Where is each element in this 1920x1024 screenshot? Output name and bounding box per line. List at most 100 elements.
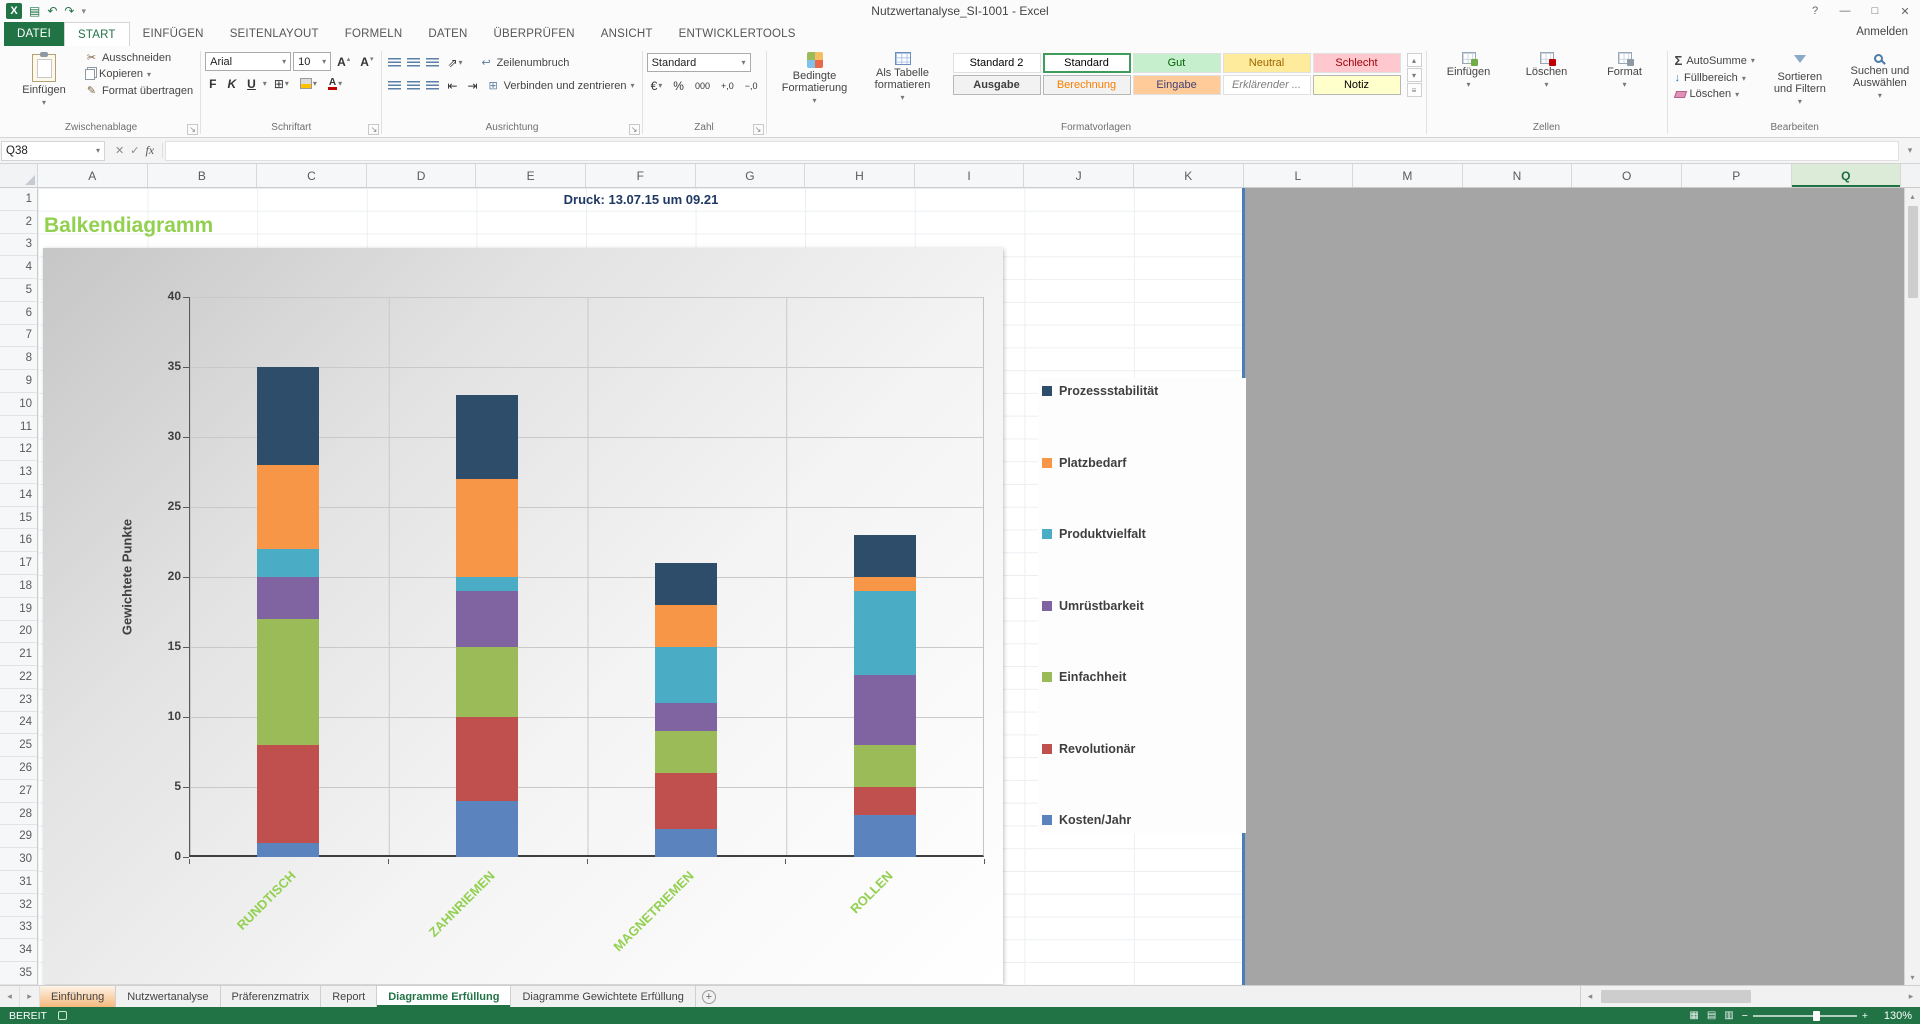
horizontal-scroll-thumb[interactable] xyxy=(1601,990,1751,1003)
row-header-22[interactable]: 22 xyxy=(0,666,37,689)
bar-rundtisch[interactable] xyxy=(257,367,319,857)
legend-item-kosten-jahr[interactable]: Kosten/Jahr xyxy=(1042,813,1242,827)
delete-cells-button[interactable]: Löschen ▾ xyxy=(1509,49,1585,92)
sheet-tab-einführung[interactable]: Einführung xyxy=(40,986,116,1007)
column-header-o[interactable]: O xyxy=(1572,164,1682,187)
row-header-7[interactable]: 7 xyxy=(0,325,37,348)
segment-magnetriemen-revolutionär[interactable] xyxy=(655,773,717,829)
row-header-14[interactable]: 14 xyxy=(0,484,37,507)
column-header-f[interactable]: F xyxy=(586,164,696,187)
orientation-button[interactable]: ⇗▾ xyxy=(443,53,466,72)
cell-style-standard-2[interactable]: Standard 2 xyxy=(953,53,1041,73)
ribbon-tab-überprüfen[interactable]: ÜBERPRÜFEN xyxy=(481,22,588,46)
ribbon-tab-entwicklertools[interactable]: ENTWICKLERTOOLS xyxy=(666,22,809,46)
insert-function-icon[interactable]: fx xyxy=(145,143,154,158)
conditional-formatting-button[interactable]: Bedingte Formatierung ▾ xyxy=(771,49,859,108)
undo-icon[interactable]: ↶ xyxy=(47,5,57,17)
cell-style-schlecht[interactable]: Schlecht xyxy=(1313,53,1401,73)
segment-rundtisch-revolutionär[interactable] xyxy=(257,745,319,843)
align-left-icon[interactable] xyxy=(388,81,401,91)
row-header-29[interactable]: 29 xyxy=(0,825,37,848)
wrap-text-button[interactable]: ↩ Zeilenumbruch xyxy=(477,54,573,71)
gallery-more-icon[interactable]: ≡ xyxy=(1407,83,1422,97)
cut-button[interactable]: ✂ Ausschneiden xyxy=(82,49,196,66)
segment-zahnriemen-platzbedarf[interactable] xyxy=(456,479,518,577)
grow-font-button[interactable]: A▴ xyxy=(333,52,354,71)
borders-button[interactable]: ⊞▾ xyxy=(270,74,293,93)
stacked-bar-chart[interactable]: Gewichtete Punkte 0510152025303540 RUNDT… xyxy=(43,248,1003,984)
font-color-button[interactable]: A▾ xyxy=(324,74,346,93)
bold-button[interactable]: F xyxy=(205,74,220,93)
autosum-button[interactable]: Σ AutoSumme ▾ xyxy=(1672,51,1758,70)
segment-rollen-produktvielfalt[interactable] xyxy=(854,591,916,675)
paste-dropdown-icon[interactable]: ▾ xyxy=(42,98,46,107)
segment-rollen-platzbedarf[interactable] xyxy=(854,577,916,591)
row-header-1[interactable]: 1 xyxy=(0,188,37,211)
segment-zahnriemen-produktvielfalt[interactable] xyxy=(456,577,518,591)
column-header-l[interactable]: L xyxy=(1244,164,1354,187)
scroll-right-icon[interactable]: ▸ xyxy=(1902,991,1920,1002)
decrease-indent-button[interactable]: ⇤ xyxy=(443,76,461,95)
row-header-4[interactable]: 4 xyxy=(0,256,37,279)
name-box[interactable]: Q38 ▾ xyxy=(1,141,105,161)
ribbon-tab-einfügen[interactable]: EINFÜGEN xyxy=(130,22,217,46)
row-header-20[interactable]: 20 xyxy=(0,621,37,644)
align-right-icon[interactable] xyxy=(426,81,439,91)
number-dialog-launcher-icon[interactable]: ↘ xyxy=(753,124,764,135)
fill-button[interactable]: ↓ Füllbereich ▾ xyxy=(1672,70,1758,86)
format-as-table-button[interactable]: Als Tabelle formatieren ▾ xyxy=(859,49,947,105)
row-header-16[interactable]: 16 xyxy=(0,529,37,552)
sheet-tab-diagramme-erfüllung[interactable]: Diagramme Erfüllung xyxy=(377,986,511,1007)
segment-rundtisch-platzbedarf[interactable] xyxy=(257,465,319,549)
segment-rollen-kosten-jahr[interactable] xyxy=(854,815,916,857)
decrease-decimal-button[interactable]: −,0 xyxy=(741,76,762,95)
row-header-27[interactable]: 27 xyxy=(0,780,37,803)
row-header-28[interactable]: 28 xyxy=(0,803,37,826)
legend-item-platzbedarf[interactable]: Platzbedarf xyxy=(1042,456,1242,470)
formula-bar-expand-icon[interactable]: ▾ xyxy=(1901,145,1919,156)
segment-magnetriemen-prozessstabilität[interactable] xyxy=(655,563,717,605)
column-header-c[interactable]: C xyxy=(257,164,367,187)
segment-magnetriemen-einfachheit[interactable] xyxy=(655,731,717,773)
vertical-scroll-thumb[interactable] xyxy=(1908,206,1918,298)
clear-button[interactable]: Löschen ▾ xyxy=(1672,86,1758,102)
restore-button[interactable]: □ xyxy=(1860,0,1890,22)
column-header-p[interactable]: P xyxy=(1682,164,1792,187)
column-header-b[interactable]: B xyxy=(148,164,258,187)
row-header-35[interactable]: 35 xyxy=(0,962,37,985)
cell-style-gut[interactable]: Gut xyxy=(1133,53,1221,73)
column-header-d[interactable]: D xyxy=(367,164,477,187)
column-header-m[interactable]: M xyxy=(1353,164,1463,187)
row-header-26[interactable]: 26 xyxy=(0,757,37,780)
row-header-31[interactable]: 31 xyxy=(0,871,37,894)
page-break-view-icon[interactable]: ▥ xyxy=(1724,1010,1733,1021)
paste-button[interactable]: Einfügen ▾ xyxy=(6,49,82,110)
column-header-i[interactable]: I xyxy=(915,164,1025,187)
legend-item-prozessstabilität[interactable]: Prozessstabilität xyxy=(1042,384,1242,398)
zoom-slider[interactable]: − + xyxy=(1742,1010,1868,1022)
row-header-24[interactable]: 24 xyxy=(0,712,37,735)
save-icon[interactable]: ▤ xyxy=(29,5,40,17)
copy-button[interactable]: Kopieren ▾ xyxy=(82,66,196,82)
ribbon-tab-daten[interactable]: DATEN xyxy=(415,22,480,46)
row-header-17[interactable]: 17 xyxy=(0,552,37,575)
customize-qat-icon[interactable]: ▾ xyxy=(81,6,86,17)
row-header-21[interactable]: 21 xyxy=(0,643,37,666)
segment-rundtisch-prozessstabilität[interactable] xyxy=(257,367,319,465)
segment-magnetriemen-produktvielfalt[interactable] xyxy=(655,647,717,703)
segment-rollen-prozessstabilität[interactable] xyxy=(854,535,916,577)
legend-item-revolutionär[interactable]: Revolutionär xyxy=(1042,742,1242,756)
legend-item-produktvielfalt[interactable]: Produktvielfalt xyxy=(1042,527,1242,541)
cell-style-notiz[interactable]: Notiz xyxy=(1313,75,1401,95)
cancel-icon[interactable]: ✕ xyxy=(115,144,124,157)
normal-view-icon[interactable]: ▦ xyxy=(1689,1010,1698,1021)
segment-rundtisch-einfachheit[interactable] xyxy=(257,619,319,745)
scroll-up-icon[interactable]: ▴ xyxy=(1905,188,1920,204)
cell-style-berechnung[interactable]: Berechnung xyxy=(1043,75,1131,95)
underline-button[interactable]: U xyxy=(243,74,260,93)
formula-input[interactable] xyxy=(165,141,1899,161)
row-header-10[interactable]: 10 xyxy=(0,393,37,416)
sign-in-link[interactable]: Anmelden xyxy=(1856,26,1908,38)
scroll-down-icon[interactable]: ▾ xyxy=(1905,969,1920,985)
excel-logo-icon[interactable]: X xyxy=(6,3,22,19)
